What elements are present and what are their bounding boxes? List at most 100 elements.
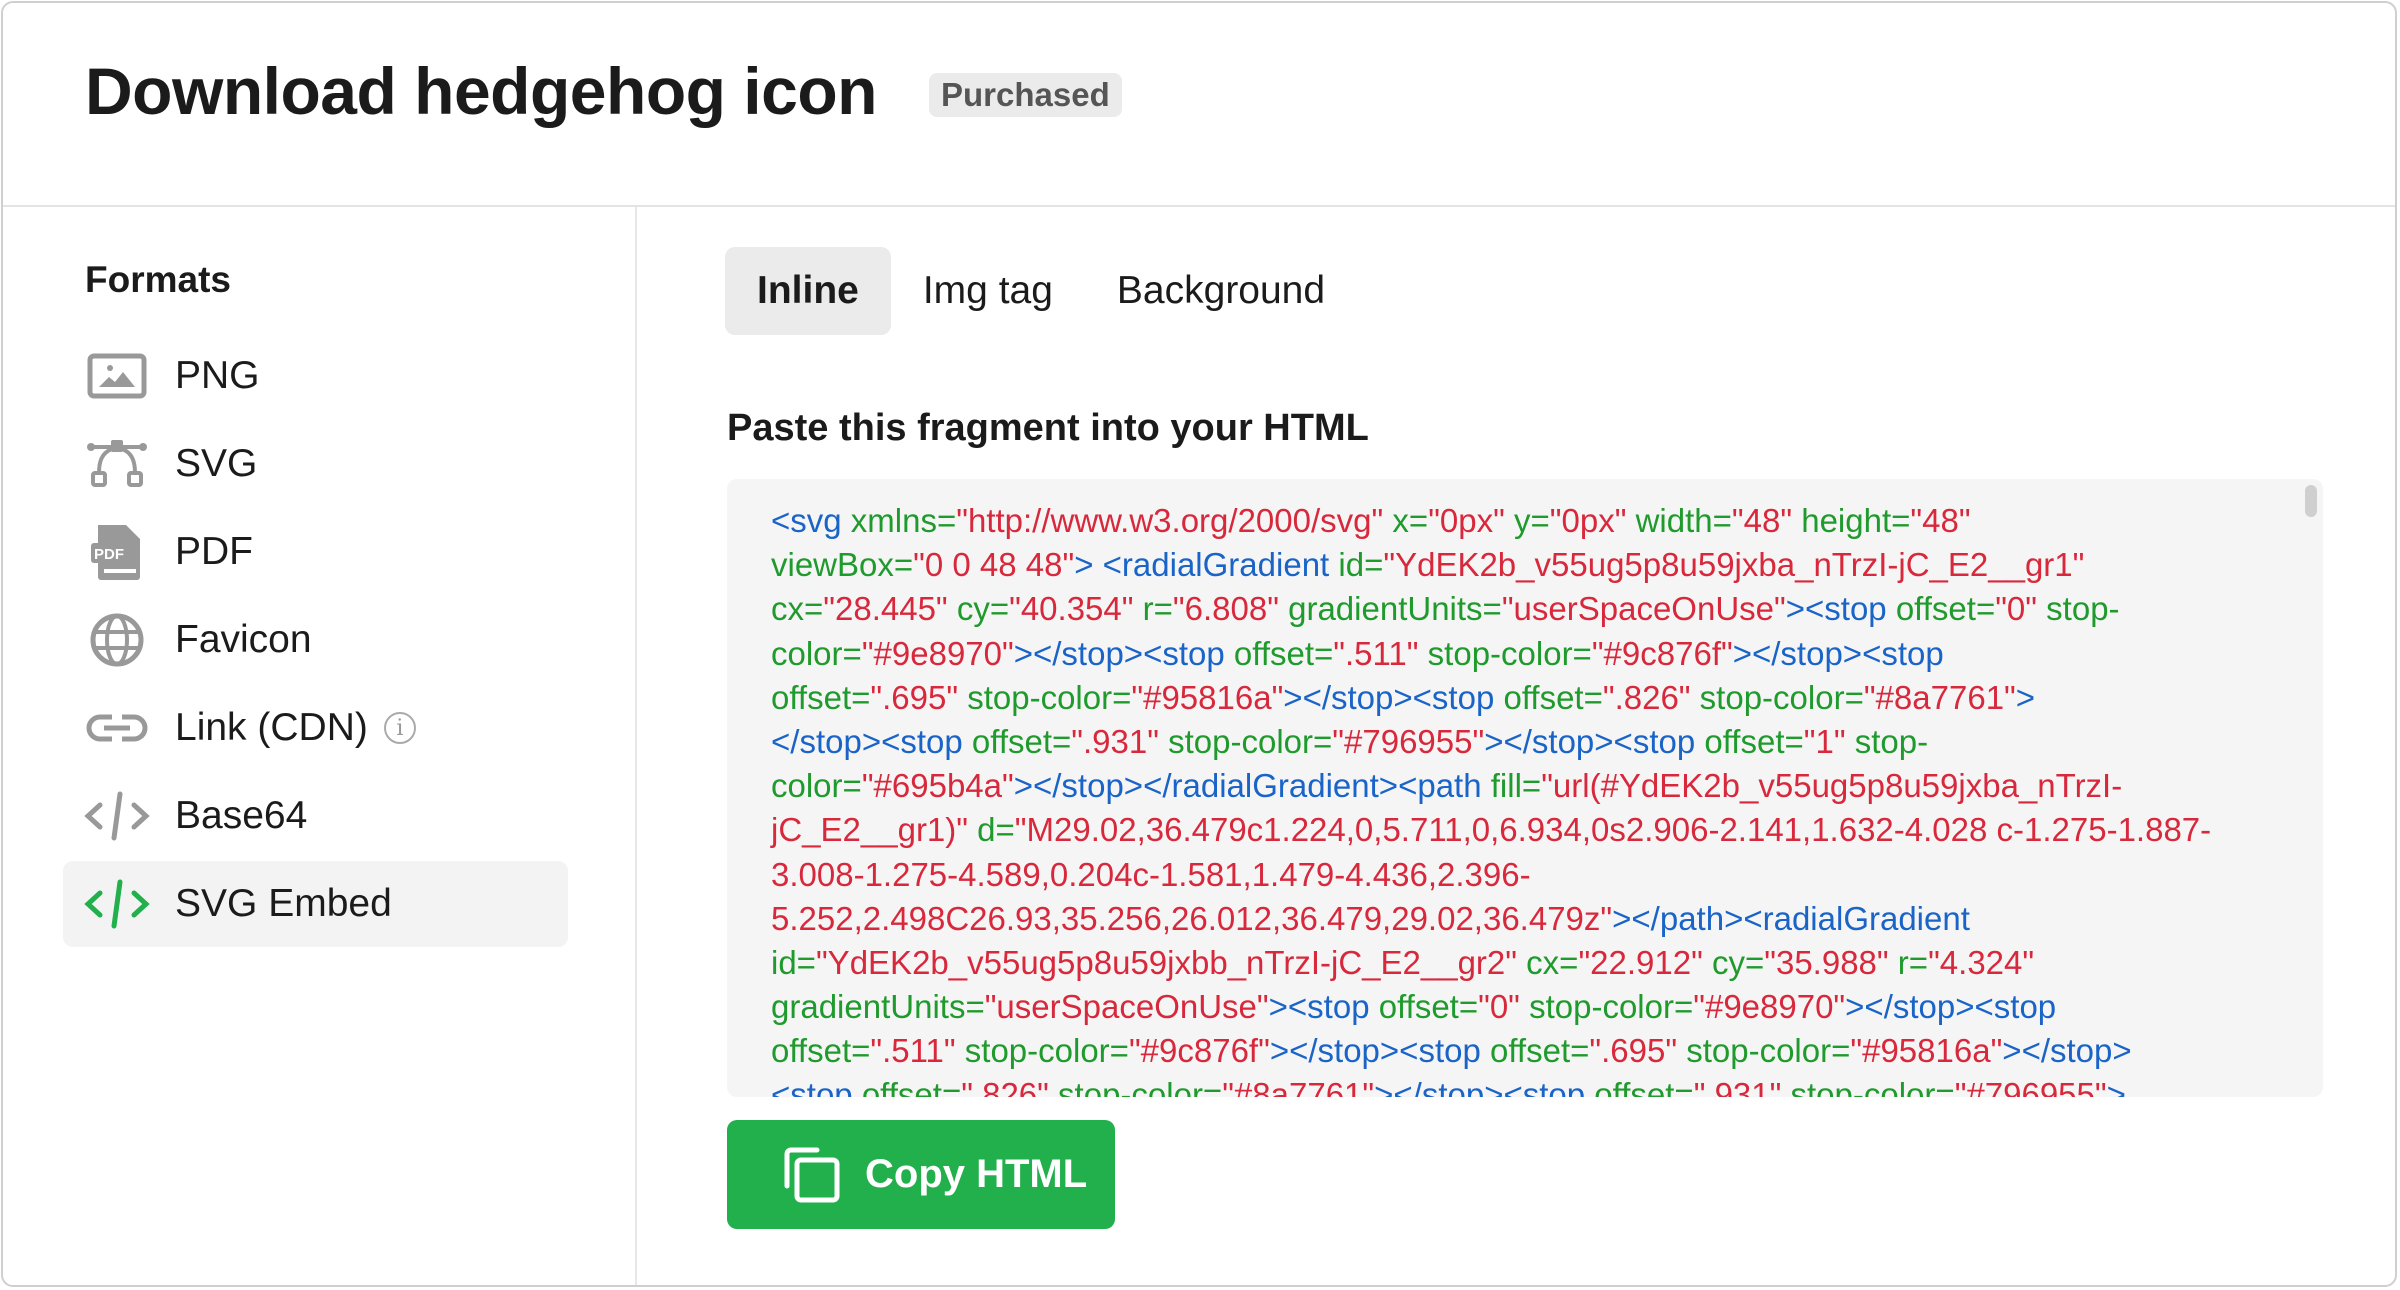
code-token-val: "userSpaceOnUse"	[984, 988, 1269, 1026]
embed-tabs: Inline Img tag Background	[725, 247, 1357, 335]
code-line: offset=".511" stop-color="#9c876f"></sto…	[771, 1029, 2271, 1073]
code-token-val: "1"	[1803, 722, 1846, 760]
scrollbar-thumb[interactable]	[2305, 485, 2317, 517]
code-token-attr: r=	[1888, 943, 1929, 981]
code-snippet: <svg xmlns="http://www.w3.org/2000/svg" …	[771, 499, 2271, 1097]
code-token-tag: <stop	[771, 1076, 862, 1097]
code-token-val: 5.252,2.498C26.93,35.256,26.012,36.479,2…	[771, 899, 1613, 937]
code-token-tag: >	[2015, 678, 2036, 716]
code-token-attr: x=	[1383, 502, 1429, 539]
sidebar-item-base64[interactable]: Base64	[63, 773, 568, 859]
code-token-attr: stop-color=	[1048, 1076, 1223, 1097]
formats-heading: Formats	[85, 259, 231, 300]
code-token-val: "0px"	[1428, 502, 1505, 539]
sidebar-item-svg[interactable]: SVG	[63, 421, 568, 507]
code-token-val: "http://www.w3.org/2000/svg"	[956, 502, 1384, 539]
code-token-val: "#8a7761"	[1222, 1076, 1375, 1097]
code-token-tag: ></path><radialGradient	[1612, 899, 1970, 937]
code-line: <svg xmlns="http://www.w3.org/2000/svg" …	[771, 499, 2271, 543]
code-token-tag: ></stop><stop	[1732, 634, 1944, 672]
code-token-attr: y=	[1504, 502, 1550, 539]
tab-background[interactable]: Background	[1085, 247, 1357, 335]
sidebar-item-pdf[interactable]: PDF PDF	[63, 509, 568, 595]
code-token-val: "0"	[1995, 590, 2038, 628]
code-token-attr: cy=	[947, 590, 1010, 628]
sidebar-item-label: Link (CDN)	[175, 706, 368, 749]
sidebar-item-png[interactable]: PNG	[63, 333, 568, 419]
code-token-tag: ></stop><stop	[1374, 1076, 1595, 1097]
code-line: offset=".695" stop-color="#95816a"></sto…	[771, 676, 2271, 720]
vector-pen-icon	[83, 434, 151, 494]
code-token-attr: gradientUnits=	[1278, 590, 1502, 628]
code-token-val: "#796955"	[1954, 1076, 2107, 1097]
code-token-tag: ></stop></radialGradient><path	[1013, 767, 1491, 805]
code-icon	[83, 874, 151, 934]
code-token-attr: stop-color=	[1158, 722, 1333, 760]
sidebar-item-svg-embed[interactable]: SVG Embed	[63, 861, 568, 947]
code-token-tag: ><stop	[1268, 988, 1379, 1026]
sidebar-item-label: Favicon	[175, 618, 312, 661]
code-snippet-box[interactable]: <svg xmlns="http://www.w3.org/2000/svg" …	[727, 479, 2323, 1097]
code-token-tag: ></stop>	[2002, 1032, 2132, 1070]
code-token-val: "4.324"	[1928, 943, 2035, 981]
code-token-attr: cy=	[1702, 943, 1765, 981]
sidebar-item-label: PNG	[175, 354, 260, 397]
code-token-attr: offset=	[1233, 634, 1334, 672]
code-token-attr: stop-	[2037, 590, 2120, 628]
code-token-tag: ><stop	[1785, 590, 1896, 628]
code-token-val: "#95816a"	[1131, 678, 1284, 716]
code-token-val: "#9c876f"	[1591, 634, 1733, 672]
code-token-attr: offset=	[1704, 722, 1804, 760]
code-token-val: ".511"	[1333, 634, 1419, 672]
code-token-val: "0"	[1478, 988, 1520, 1026]
code-token-val: "22.912"	[1578, 943, 1703, 981]
code-line: color="#695b4a"></stop></radialGradient>…	[771, 764, 2271, 808]
tab-img-tag[interactable]: Img tag	[891, 247, 1085, 335]
tab-inline[interactable]: Inline	[725, 247, 891, 335]
code-token-attr: id=	[1338, 546, 1384, 584]
code-token-val: "0px"	[1549, 502, 1627, 539]
code-token-val: "M29.02,36.479c1.224,0,5.711,0,6.934,0s2…	[1014, 811, 2212, 849]
copy-html-button[interactable]: Copy HTML	[727, 1120, 1115, 1229]
code-token-val: "0 0 48 48"	[913, 546, 1075, 584]
code-token-attr: r=	[1133, 590, 1173, 628]
code-token-tag: <svg	[771, 502, 851, 539]
code-token-attr: stop-color=	[1519, 988, 1694, 1026]
code-icon	[83, 786, 151, 846]
code-token-val: jC_E2__gr1)"	[771, 811, 968, 849]
main-panel: Inline Img tag Background Paste this fra…	[637, 207, 2395, 1285]
code-token-attr: stop-color=	[1677, 1032, 1851, 1070]
code-line: <stop offset=".826" stop-color="#8a7761"…	[771, 1073, 2271, 1097]
section-title: Paste this fragment into your HTML	[727, 407, 1369, 449]
sidebar-item-link-cdn[interactable]: Link (CDN) i	[63, 685, 568, 771]
download-dialog: Download hedgehog icon Purchased Formats…	[1, 1, 2397, 1287]
code-token-attr: stop-color=	[955, 1032, 1129, 1070]
code-token-attr: cx=	[1516, 943, 1579, 981]
code-line: id="YdEK2b_v55ug5p8u59jxbb_nTrzI-jC_E2__…	[771, 941, 2271, 985]
code-token-tag: </stop><stop	[771, 722, 972, 760]
sidebar-item-label: Base64	[175, 794, 308, 837]
code-token-val: ".511"	[870, 1032, 956, 1070]
info-icon[interactable]: i	[383, 712, 416, 744]
code-token-val: "#9e8970"	[1693, 988, 1846, 1026]
code-token-val: ".931"	[1071, 722, 1159, 760]
code-line: </stop><stop offset=".931" stop-color="#…	[771, 720, 2271, 764]
code-line: cx="28.445" cy="40.354" r="6.808" gradie…	[771, 587, 2271, 631]
code-token-attr: offset=	[1378, 988, 1479, 1026]
code-token-attr: fill=	[1490, 767, 1542, 805]
code-token-val: "#95816a"	[1850, 1032, 2003, 1070]
code-token-attr: d=	[968, 811, 1015, 849]
code-token-attr: stop-color=	[958, 678, 1132, 716]
sidebar-item-label: SVG Embed	[175, 882, 392, 925]
code-token-val: "YdEK2b_v55ug5p8u59jxbb_nTrzI-jC_E2__gr2…	[815, 943, 1517, 981]
code-token-attr: offset=	[1895, 590, 1996, 628]
pdf-file-icon: PDF	[83, 522, 151, 582]
code-token-val: ".695"	[870, 678, 959, 716]
sidebar-item-favicon[interactable]: Favicon	[63, 597, 568, 683]
page-title: Download hedgehog icon	[85, 54, 877, 128]
code-token-attr: viewBox=	[771, 546, 914, 584]
code-token-val: "#9e8970"	[861, 634, 1014, 672]
code-token-val: "28.445"	[823, 590, 948, 628]
code-token-attr: offset=	[1594, 1076, 1694, 1097]
code-token-attr: cx=	[771, 590, 824, 628]
